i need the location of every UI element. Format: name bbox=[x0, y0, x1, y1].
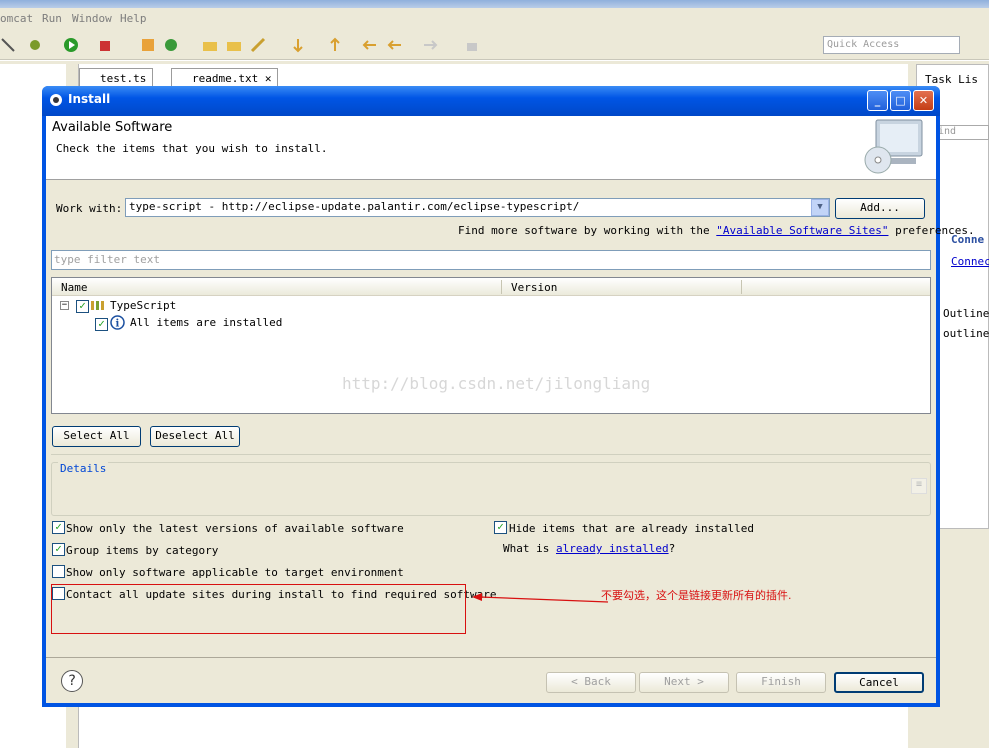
back-icon[interactable] bbox=[387, 37, 403, 53]
forward-icon[interactable] bbox=[422, 37, 438, 53]
dialog-titlebar[interactable] bbox=[42, 86, 940, 116]
column-version[interactable]: Version bbox=[511, 281, 557, 294]
software-tree[interactable] bbox=[51, 277, 931, 414]
find-more-prefix: Find more software by working with the bbox=[458, 224, 710, 237]
outline-text: outline bbox=[943, 327, 989, 340]
find-more-suffix: preferences. bbox=[895, 224, 975, 237]
open-folder-icon[interactable] bbox=[226, 37, 242, 53]
column-divider bbox=[501, 280, 502, 294]
debug-icon[interactable] bbox=[27, 37, 43, 53]
connect-link[interactable]: Connec bbox=[951, 255, 989, 268]
option-latest-checkbox[interactable]: ✓ bbox=[52, 521, 65, 534]
last-edit-icon[interactable] bbox=[362, 37, 378, 53]
typescript-checkbox[interactable]: ✓ bbox=[76, 300, 89, 313]
quick-access-input[interactable]: Quick Access bbox=[823, 36, 960, 54]
what-is-suffix: ? bbox=[668, 542, 676, 555]
add-button[interactable]: Add... bbox=[835, 198, 925, 219]
next-button[interactable]: Next > bbox=[639, 672, 729, 693]
hide-installed-label[interactable]: Hide items that are already installed bbox=[509, 522, 754, 535]
menu-bar: omcat Run Window Help bbox=[0, 8, 989, 30]
hide-installed-checkbox[interactable]: ✓ bbox=[494, 521, 507, 534]
new-package-icon[interactable] bbox=[140, 37, 156, 53]
page-description: Check the items that you wish to install… bbox=[56, 142, 328, 155]
bottom-divider bbox=[46, 657, 936, 658]
column-divider bbox=[741, 280, 742, 294]
watermark: http://blog.csdn.net/jilongliang bbox=[342, 374, 651, 393]
all-items-checkbox[interactable]: ✓ bbox=[95, 318, 108, 331]
minimize-button[interactable]: _ bbox=[867, 90, 888, 111]
option-latest-label[interactable]: Show only the latest versions of availab… bbox=[66, 522, 404, 535]
menu-item-window[interactable]: Window bbox=[72, 12, 112, 25]
annotation-arrow-icon bbox=[472, 593, 609, 603]
select-all-button[interactable]: Select All bbox=[52, 426, 141, 447]
window-top-strip bbox=[0, 0, 989, 8]
new-class-icon[interactable] bbox=[163, 37, 179, 53]
page-title: Available Software bbox=[52, 120, 173, 135]
tab-readme-txt[interactable]: readme.txt ✕ bbox=[171, 68, 279, 88]
task-list-title[interactable]: Task Lis bbox=[925, 73, 978, 86]
menu-item-help[interactable]: Help bbox=[120, 12, 147, 25]
help-icon[interactable]: ? bbox=[61, 670, 83, 692]
available-software-sites-link[interactable]: "Available Software Sites" bbox=[716, 224, 888, 237]
details-group bbox=[51, 462, 931, 516]
annotation-note: 不要勾选，这个是链接更新所有的插件. bbox=[601, 589, 792, 602]
already-installed-link[interactable]: already installed bbox=[556, 542, 669, 555]
eclipse-gear-icon bbox=[50, 94, 62, 106]
filter-input[interactable]: type filter text bbox=[51, 250, 931, 270]
tree-item-typescript[interactable]: TypeScript bbox=[110, 299, 176, 312]
details-label: Details bbox=[58, 462, 109, 475]
cancel-button[interactable]: Cancel bbox=[834, 672, 924, 693]
option-applicable-checkbox[interactable] bbox=[52, 565, 65, 578]
tree-header: Name Version bbox=[52, 278, 930, 296]
open-type-icon[interactable] bbox=[202, 37, 218, 53]
run-icon[interactable] bbox=[63, 37, 79, 53]
computer-cd-icon bbox=[864, 119, 923, 174]
pin-icon[interactable] bbox=[0, 37, 16, 53]
close-button[interactable]: ✕ bbox=[913, 90, 934, 111]
find-input[interactable]: ind bbox=[937, 125, 989, 140]
outline-title[interactable]: Outline bbox=[943, 307, 989, 320]
info-icon: i bbox=[110, 315, 125, 330]
column-name[interactable]: Name bbox=[61, 281, 88, 294]
pin-editor-icon[interactable] bbox=[464, 37, 480, 53]
details-scroll-icon[interactable]: ≡ bbox=[911, 478, 927, 494]
external-tools-icon[interactable] bbox=[98, 37, 114, 53]
tab-test-ts[interactable]: test.ts bbox=[79, 68, 154, 88]
find-more-text: Find more software by working with the "… bbox=[458, 224, 975, 237]
what-is-text: What is already installed? bbox=[503, 542, 675, 555]
annotation-box bbox=[51, 584, 466, 634]
work-with-combo[interactable]: type-script - http://eclipse-update.pala… bbox=[125, 198, 830, 217]
menu-item-run[interactable]: Run bbox=[42, 12, 62, 25]
divider bbox=[51, 454, 931, 455]
what-is-prefix: What is bbox=[503, 542, 550, 555]
chevron-down-icon[interactable]: ▼ bbox=[811, 199, 829, 216]
option-applicable-label[interactable]: Show only software applicable to target … bbox=[66, 566, 404, 579]
maximize-button[interactable]: □ bbox=[890, 90, 911, 111]
option-group-checkbox[interactable]: ✓ bbox=[52, 543, 65, 556]
option-group-label[interactable]: Group items by category bbox=[66, 544, 218, 557]
dialog-title: Install bbox=[68, 92, 111, 106]
finish-button[interactable]: Finish bbox=[736, 672, 826, 693]
back-button[interactable]: < Back bbox=[546, 672, 636, 693]
prev-annotation-icon[interactable] bbox=[327, 37, 343, 53]
svg-text:i: i bbox=[116, 319, 120, 330]
menu-item-omcat[interactable]: omcat bbox=[0, 12, 33, 25]
pen-icon[interactable] bbox=[250, 37, 266, 53]
collapse-icon[interactable]: − bbox=[60, 301, 69, 310]
work-with-label: Work with: bbox=[56, 202, 123, 215]
next-annotation-icon[interactable] bbox=[290, 37, 306, 53]
category-icon bbox=[91, 301, 104, 310]
deselect-all-button[interactable]: Deselect All bbox=[150, 426, 240, 447]
tree-item-all-installed[interactable]: All items are installed bbox=[130, 316, 282, 329]
